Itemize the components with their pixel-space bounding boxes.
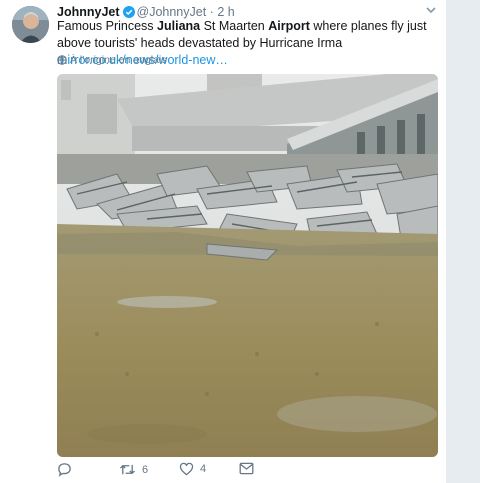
tweet-text-part: Famous Princess	[57, 19, 158, 33]
direct-message-button[interactable]	[239, 462, 254, 475]
retweet-button[interactable]: 6	[119, 462, 148, 477]
like-button[interactable]: 4	[179, 462, 206, 476]
retweet-count: 6	[142, 463, 149, 476]
tweet-text-bold: Airport	[268, 19, 310, 33]
tweet-timestamp[interactable]: 2 h	[217, 5, 234, 19]
tweet-text-part: St Maarten	[200, 19, 269, 33]
envelope-icon	[239, 462, 254, 475]
retweet-icon	[120, 464, 135, 475]
like-count: 4	[200, 463, 207, 475]
tweet-photo[interactable]	[57, 74, 438, 457]
separator-dot: ·	[209, 5, 214, 19]
globe-icon	[57, 55, 67, 65]
translation-label: À l'origine en anglais	[70, 54, 167, 66]
author-name[interactable]: JohnnyJet	[57, 5, 120, 19]
avatar-image	[12, 6, 49, 43]
tweet-card: JohnnyJet @JohnnyJet · 2 h Famous Princes…	[0, 0, 446, 483]
reply-button[interactable]	[57, 462, 78, 477]
tweet-text-bold: Juliana	[157, 19, 201, 33]
avatar[interactable]	[12, 6, 49, 43]
author-handle[interactable]: @JohnnyJet	[137, 5, 207, 19]
hurricane-debris-photo	[57, 74, 438, 457]
chevron-down-icon[interactable]	[424, 3, 438, 17]
reply-icon	[58, 463, 71, 477]
translation-note[interactable]: À l'origine en anglais	[57, 54, 167, 66]
heart-icon	[179, 462, 194, 476]
tweet-actions: 6 4	[57, 462, 437, 480]
